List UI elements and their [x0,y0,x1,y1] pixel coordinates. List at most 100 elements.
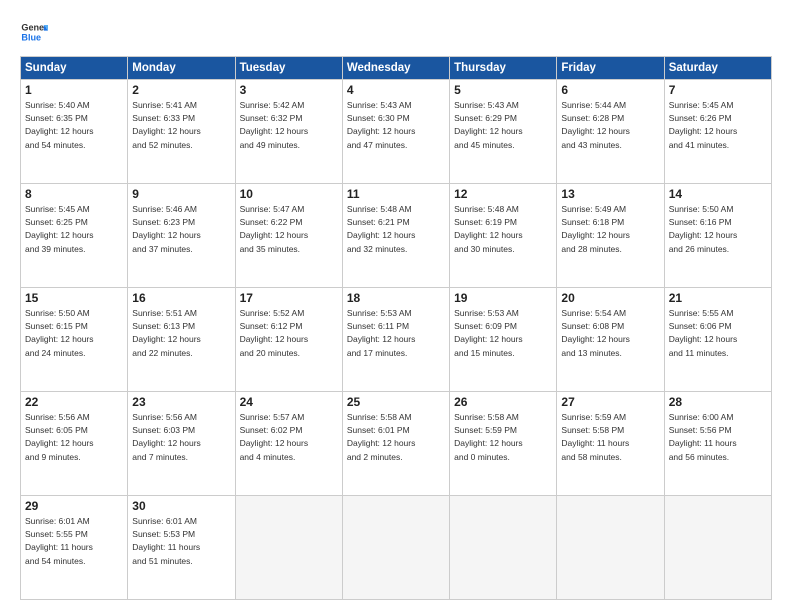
calendar-cell-24: 24Sunrise: 5:57 AMSunset: 6:02 PMDayligh… [235,392,342,496]
day-info: Sunrise: 5:48 AMSunset: 6:21 PMDaylight:… [347,204,416,254]
day-number: 6 [561,83,659,97]
logo: General Blue [20,18,48,46]
day-info: Sunrise: 6:01 AMSunset: 5:55 PMDaylight:… [25,516,93,566]
weekday-header-wednesday: Wednesday [342,57,449,80]
day-info: Sunrise: 5:42 AMSunset: 6:32 PMDaylight:… [240,100,309,150]
day-info: Sunrise: 5:52 AMSunset: 6:12 PMDaylight:… [240,308,309,358]
header: General Blue [20,18,772,46]
day-info: Sunrise: 5:44 AMSunset: 6:28 PMDaylight:… [561,100,630,150]
calendar-cell-18: 18Sunrise: 5:53 AMSunset: 6:11 PMDayligh… [342,288,449,392]
calendar-cell-28: 28 Sunrise: 6:00 AMSunset: 5:56 PMDayligh… [664,392,771,496]
day-number: 21 [669,291,767,305]
day-info: Sunrise: 5:56 AMSunset: 6:05 PMDaylight:… [25,412,94,462]
calendar-cell-empty [664,496,771,600]
calendar-week-2: 8Sunrise: 5:45 AMSunset: 6:25 PMDaylight… [21,184,772,288]
calendar-cell-1: 1Sunrise: 5:40 AMSunset: 6:35 PMDaylight… [21,80,128,184]
day-number: 14 [669,187,767,201]
day-info: Sunrise: 5:58 AMSunset: 6:01 PMDaylight:… [347,412,416,462]
day-info: Sunrise: 5:51 AMSunset: 6:13 PMDaylight:… [132,308,201,358]
day-number: 20 [561,291,659,305]
logo-icon: General Blue [20,18,48,46]
calendar-cell-2: 2 Sunrise: 5:41 AMSunset: 6:33 PMDaylight… [128,80,235,184]
day-number: 4 [347,83,445,97]
calendar-week-1: 1Sunrise: 5:40 AMSunset: 6:35 PMDaylight… [21,80,772,184]
day-number: 9 [132,187,230,201]
day-number: 22 [25,395,123,409]
day-number: 30 [132,499,230,513]
calendar-cell-9: 9 Sunrise: 5:46 AMSunset: 6:23 PMDaylight… [128,184,235,288]
calendar-cell-14: 14 Sunrise: 5:50 AMSunset: 6:16 PMDayligh… [664,184,771,288]
weekday-header-friday: Friday [557,57,664,80]
day-number: 10 [240,187,338,201]
day-number: 27 [561,395,659,409]
day-info: Sunrise: 5:40 AMSunset: 6:35 PMDaylight:… [25,100,94,150]
day-number: 26 [454,395,552,409]
calendar-cell-12: 12 Sunrise: 5:48 AMSunset: 6:19 PMDayligh… [450,184,557,288]
day-info: Sunrise: 5:46 AMSunset: 6:23 PMDaylight:… [132,204,201,254]
calendar-cell-8: 8Sunrise: 5:45 AMSunset: 6:25 PMDaylight… [21,184,128,288]
calendar-cell-20: 20 Sunrise: 5:54 AMSunset: 6:08 PMDayligh… [557,288,664,392]
weekday-header-monday: Monday [128,57,235,80]
day-info: Sunrise: 5:50 AMSunset: 6:15 PMDaylight:… [25,308,94,358]
day-number: 13 [561,187,659,201]
calendar-cell-16: 16 Sunrise: 5:51 AMSunset: 6:13 PMDayligh… [128,288,235,392]
calendar-cell-7: 7Sunrise: 5:45 AMSunset: 6:26 PMDaylight… [664,80,771,184]
calendar-week-4: 22 Sunrise: 5:56 AMSunset: 6:05 PMDayligh… [21,392,772,496]
calendar-table: SundayMondayTuesdayWednesdayThursdayFrid… [20,56,772,600]
day-info: Sunrise: 5:41 AMSunset: 6:33 PMDaylight:… [132,100,201,150]
calendar-cell-21: 21 Sunrise: 5:55 AMSunset: 6:06 PMDayligh… [664,288,771,392]
day-info: Sunrise: 5:49 AMSunset: 6:18 PMDaylight:… [561,204,630,254]
day-number: 25 [347,395,445,409]
day-info: Sunrise: 6:01 AMSunset: 5:53 PMDaylight:… [132,516,200,566]
calendar-cell-22: 22 Sunrise: 5:56 AMSunset: 6:05 PMDayligh… [21,392,128,496]
calendar-cell-29: 29Sunrise: 6:01 AMSunset: 5:55 PMDayligh… [21,496,128,600]
day-number: 19 [454,291,552,305]
day-info: Sunrise: 5:54 AMSunset: 6:08 PMDaylight:… [561,308,630,358]
weekday-header-thursday: Thursday [450,57,557,80]
day-info: Sunrise: 5:53 AMSunset: 6:09 PMDaylight:… [454,308,523,358]
calendar-cell-13: 13 Sunrise: 5:49 AMSunset: 6:18 PMDayligh… [557,184,664,288]
day-number: 16 [132,291,230,305]
calendar-cell-5: 5Sunrise: 5:43 AMSunset: 6:29 PMDaylight… [450,80,557,184]
day-info: Sunrise: 6:00 AMSunset: 5:56 PMDaylight:… [669,412,737,462]
day-number: 24 [240,395,338,409]
day-info: Sunrise: 5:48 AMSunset: 6:19 PMDaylight:… [454,204,523,254]
day-number: 3 [240,83,338,97]
calendar-cell-27: 27 Sunrise: 5:59 AMSunset: 5:58 PMDayligh… [557,392,664,496]
day-info: Sunrise: 5:58 AMSunset: 5:59 PMDaylight:… [454,412,523,462]
weekday-header-sunday: Sunday [21,57,128,80]
day-info: Sunrise: 5:45 AMSunset: 6:26 PMDaylight:… [669,100,738,150]
day-number: 11 [347,187,445,201]
calendar-header-row: SundayMondayTuesdayWednesdayThursdayFrid… [21,57,772,80]
calendar-cell-3: 3 Sunrise: 5:42 AMSunset: 6:32 PMDaylight… [235,80,342,184]
svg-text:Blue: Blue [21,32,41,42]
calendar-cell-empty [342,496,449,600]
calendar-cell-25: 25 Sunrise: 5:58 AMSunset: 6:01 PMDayligh… [342,392,449,496]
day-number: 28 [669,395,767,409]
day-info: Sunrise: 5:59 AMSunset: 5:58 PMDaylight:… [561,412,629,462]
day-number: 2 [132,83,230,97]
calendar-cell-30: 30 Sunrise: 6:01 AMSunset: 5:53 PMDayligh… [128,496,235,600]
day-number: 12 [454,187,552,201]
day-info: Sunrise: 5:43 AMSunset: 6:29 PMDaylight:… [454,100,523,150]
calendar-week-5: 29Sunrise: 6:01 AMSunset: 5:55 PMDayligh… [21,496,772,600]
calendar-cell-19: 19 Sunrise: 5:53 AMSunset: 6:09 PMDayligh… [450,288,557,392]
weekday-header-saturday: Saturday [664,57,771,80]
day-info: Sunrise: 5:56 AMSunset: 6:03 PMDaylight:… [132,412,201,462]
day-info: Sunrise: 5:55 AMSunset: 6:06 PMDaylight:… [669,308,738,358]
calendar-cell-23: 23Sunrise: 5:56 AMSunset: 6:03 PMDayligh… [128,392,235,496]
day-info: Sunrise: 5:47 AMSunset: 6:22 PMDaylight:… [240,204,309,254]
calendar-cell-17: 17 Sunrise: 5:52 AMSunset: 6:12 PMDayligh… [235,288,342,392]
calendar-cell-10: 10 Sunrise: 5:47 AMSunset: 6:22 PMDayligh… [235,184,342,288]
day-number: 17 [240,291,338,305]
calendar-cell-26: 26 Sunrise: 5:58 AMSunset: 5:59 PMDayligh… [450,392,557,496]
calendar-cell-empty [450,496,557,600]
weekday-header-tuesday: Tuesday [235,57,342,80]
day-info: Sunrise: 5:50 AMSunset: 6:16 PMDaylight:… [669,204,738,254]
calendar-cell-15: 15 Sunrise: 5:50 AMSunset: 6:15 PMDayligh… [21,288,128,392]
day-number: 15 [25,291,123,305]
day-info: Sunrise: 5:43 AMSunset: 6:30 PMDaylight:… [347,100,416,150]
day-info: Sunrise: 5:53 AMSunset: 6:11 PMDaylight:… [347,308,416,358]
calendar-cell-4: 4 Sunrise: 5:43 AMSunset: 6:30 PMDaylight… [342,80,449,184]
calendar-cell-empty [235,496,342,600]
